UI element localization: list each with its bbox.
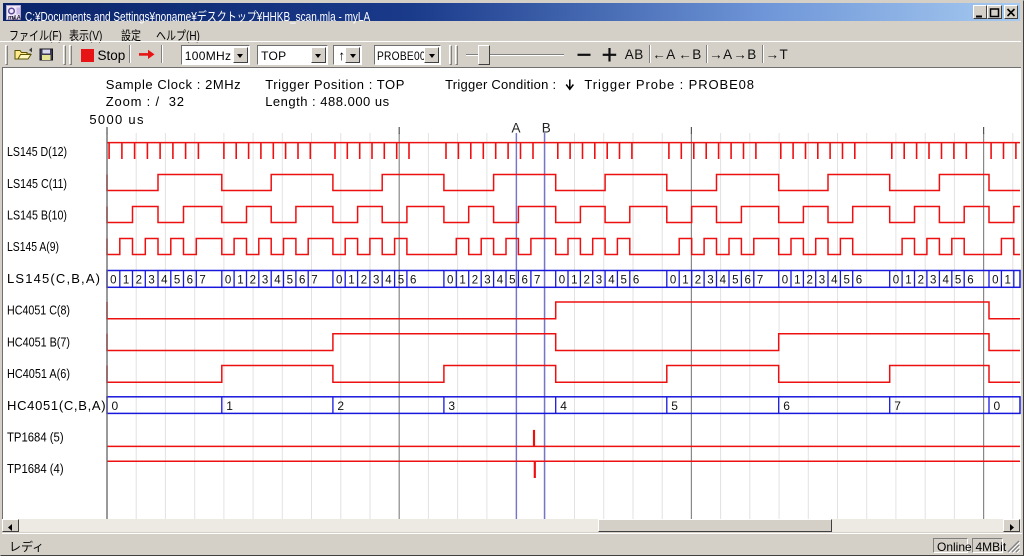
svg-text:5: 5 xyxy=(843,275,849,287)
svg-text:A: A xyxy=(512,121,521,136)
svg-text:Trigger Position : TOP: Trigger Position : TOP xyxy=(265,77,405,92)
svg-text:0: 0 xyxy=(670,275,676,287)
svg-text:3: 3 xyxy=(930,275,936,287)
svg-text:2: 2 xyxy=(250,275,256,287)
svg-text:0: 0 xyxy=(994,399,1001,413)
svg-text:2: 2 xyxy=(472,275,478,287)
svg-text:5000 us: 5000 us xyxy=(89,112,144,127)
svg-text:6: 6 xyxy=(783,399,790,413)
svg-text:HC4051(C,B,A): HC4051(C,B,A) xyxy=(7,398,106,413)
svg-text:0: 0 xyxy=(447,275,453,287)
svg-text:5: 5 xyxy=(620,275,626,287)
svg-text:0: 0 xyxy=(112,399,119,413)
svg-text:3: 3 xyxy=(448,399,455,413)
svg-text:2: 2 xyxy=(918,275,924,287)
svg-text:0: 0 xyxy=(225,275,231,287)
svg-text:0: 0 xyxy=(992,275,998,287)
svg-text:6: 6 xyxy=(410,275,416,287)
svg-text:1: 1 xyxy=(459,275,465,287)
svg-text:6: 6 xyxy=(187,275,193,287)
svg-text:5: 5 xyxy=(671,399,678,413)
svg-text:3: 3 xyxy=(596,275,602,287)
svg-text:LS145 C(11): LS145 C(11) xyxy=(7,176,67,191)
svg-text:Trigger Condition :: Trigger Condition : xyxy=(445,77,556,92)
svg-text:2: 2 xyxy=(806,275,812,287)
svg-text:4: 4 xyxy=(274,275,281,287)
svg-text:3: 3 xyxy=(819,275,825,287)
svg-text:7: 7 xyxy=(534,275,540,287)
svg-text:HC4051 C(8): HC4051 C(8) xyxy=(7,303,70,318)
svg-text:3: 3 xyxy=(707,275,713,287)
svg-text:1: 1 xyxy=(226,399,233,413)
svg-text:4: 4 xyxy=(497,275,504,287)
svg-text:LS145(C,B,A): LS145(C,B,A) xyxy=(7,271,100,286)
svg-text:HC4051 B(7): HC4051 B(7) xyxy=(7,334,70,349)
svg-text:2: 2 xyxy=(361,275,367,287)
svg-text:1: 1 xyxy=(348,275,354,287)
svg-text:7: 7 xyxy=(757,275,763,287)
svg-text:7: 7 xyxy=(311,275,317,287)
svg-text:Length : 488.000 us: Length : 488.000 us xyxy=(265,94,389,109)
svg-text:0: 0 xyxy=(782,275,788,287)
svg-text:6: 6 xyxy=(856,275,862,287)
svg-text:LS145 A(9): LS145 A(9) xyxy=(7,239,59,254)
svg-text:1: 1 xyxy=(237,275,243,287)
svg-text:4: 4 xyxy=(608,275,615,287)
svg-text:2: 2 xyxy=(583,275,589,287)
svg-text:LS145 B(10): LS145 B(10) xyxy=(7,208,67,223)
svg-text:2: 2 xyxy=(337,399,344,413)
svg-text:4: 4 xyxy=(942,275,949,287)
svg-text:Zoom : / 32: Zoom : / 32 xyxy=(106,94,185,109)
svg-text:0: 0 xyxy=(559,275,565,287)
svg-text:5: 5 xyxy=(955,275,961,287)
svg-text:5: 5 xyxy=(509,275,515,287)
svg-text:6: 6 xyxy=(744,275,750,287)
svg-text:Trigger Probe : PROBE08: Trigger Probe : PROBE08 xyxy=(584,77,755,92)
svg-text:1: 1 xyxy=(682,275,688,287)
svg-text:4: 4 xyxy=(385,275,392,287)
svg-text:3: 3 xyxy=(484,275,490,287)
svg-text:1: 1 xyxy=(905,275,911,287)
svg-text:0: 0 xyxy=(110,275,116,287)
svg-text:6: 6 xyxy=(967,275,973,287)
svg-text:LS145 D(12): LS145 D(12) xyxy=(7,144,67,159)
svg-text:0: 0 xyxy=(893,275,899,287)
svg-text:Sample Clock : 2MHz: Sample Clock : 2MHz xyxy=(106,77,241,92)
svg-text:5: 5 xyxy=(398,275,404,287)
svg-text:1: 1 xyxy=(794,275,800,287)
svg-text:5: 5 xyxy=(174,275,180,287)
svg-text:3: 3 xyxy=(262,275,268,287)
svg-text:1: 1 xyxy=(123,275,129,287)
svg-text:2: 2 xyxy=(136,275,142,287)
svg-text:2: 2 xyxy=(695,275,701,287)
svg-text:5: 5 xyxy=(287,275,293,287)
svg-text:4: 4 xyxy=(831,275,838,287)
svg-text:7: 7 xyxy=(894,399,901,413)
svg-text:7: 7 xyxy=(199,275,205,287)
svg-text:4: 4 xyxy=(560,399,567,413)
svg-text:TP1684 (4): TP1684 (4) xyxy=(7,461,64,476)
svg-text:0: 0 xyxy=(336,275,342,287)
svg-text:6: 6 xyxy=(521,275,527,287)
svg-text:3: 3 xyxy=(373,275,379,287)
svg-text:6: 6 xyxy=(299,275,305,287)
svg-text:6: 6 xyxy=(633,275,639,287)
svg-text:TP1684 (5): TP1684 (5) xyxy=(7,429,64,444)
svg-text:1: 1 xyxy=(571,275,577,287)
svg-text:3: 3 xyxy=(148,275,154,287)
svg-text:B: B xyxy=(542,121,551,136)
svg-text:1: 1 xyxy=(1004,275,1010,287)
svg-text:5: 5 xyxy=(732,275,738,287)
svg-text:HC4051 A(6): HC4051 A(6) xyxy=(7,366,70,381)
svg-text:4: 4 xyxy=(720,275,727,287)
svg-text:4: 4 xyxy=(161,275,168,287)
